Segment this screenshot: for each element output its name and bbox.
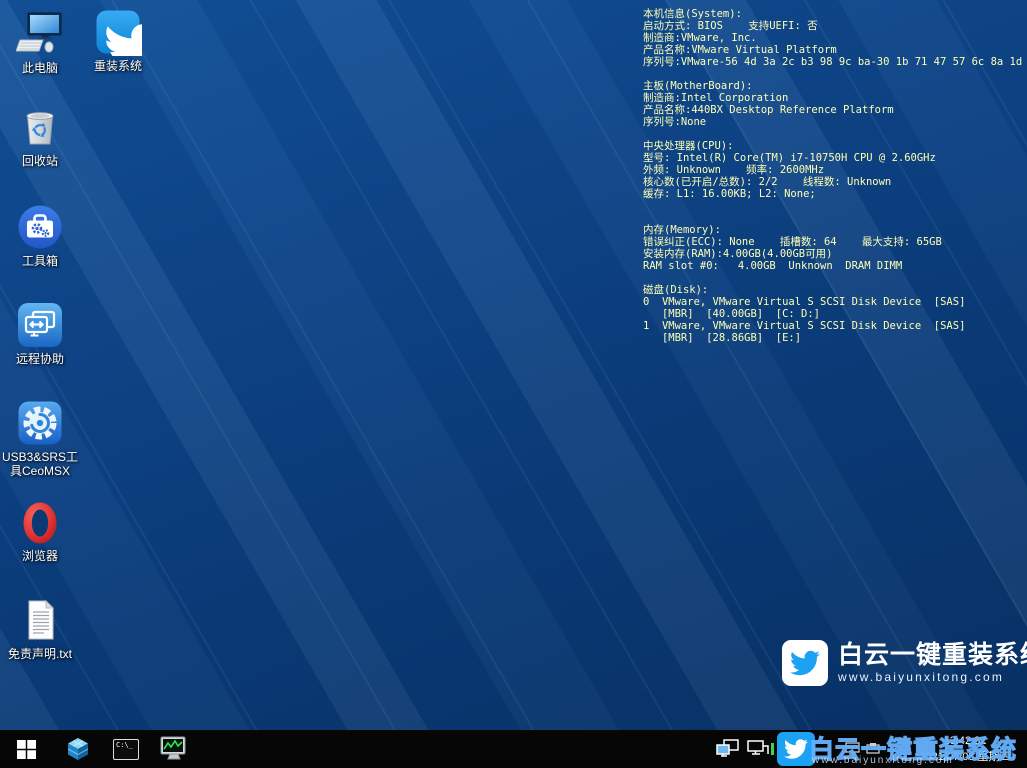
clock-time: 13:42:32 [908,733,1022,749]
desktop-icon-this-pc[interactable]: 此电脑 [1,10,79,75]
start-button[interactable] [4,730,48,768]
brand-bird-box [782,640,828,686]
desktop-icon-label: 重装系统 [94,59,142,73]
tray-computers-icon[interactable] [716,739,740,759]
taskbar-app-baiyun[interactable] [777,732,815,766]
desktop-icon-label: 远程协助 [16,352,64,366]
twitter-bird-icon [94,8,142,56]
hidden-tray-icon[interactable] [845,741,861,757]
brand-website: www.baiyunxitong.com [838,670,1027,684]
desktop-icon-usb3-srs-tool[interactable]: USB3&SRS工具CeoMSX [1,399,79,478]
twitter-bird-icon [790,648,820,678]
clock-date: 2021/07/08 星期四 [908,749,1022,765]
this-pc-icon [16,10,64,58]
desktop-icon-label: USB3&SRS工具CeoMSX [1,450,79,478]
brand-watermark: 白云一键重装系统 www.baiyunxitong.com [782,640,1027,686]
desktop-icon-remote-assistance[interactable]: 远程协助 [1,301,79,366]
desktop-icon-recycle-bin[interactable]: 回收站 [1,103,79,168]
taskbar-app-registry[interactable] [56,730,100,768]
desktop[interactable]: 本机信息(System): 启动方式: BIOS 支持UEFI: 否 制造商:V… [0,0,1027,768]
desktop-icon-label: 回收站 [22,154,58,168]
tray-network-icon[interactable] [746,740,770,758]
gear-icon [16,399,64,447]
tray-green-indicator [771,743,774,755]
desktop-icon-toolbox[interactable]: 工具箱 [1,203,79,268]
blue-cube-icon [65,736,91,762]
desktop-icon-browser[interactable]: 浏览器 [1,498,79,563]
performance-monitor-icon [160,736,188,763]
hidden-tray-icon[interactable] [866,742,880,756]
recycle-bin-icon [16,103,64,151]
toolbox-icon [16,203,64,251]
desktop-icon-label: 免责声明.txt [8,647,72,661]
desktop-icon-label: 工具箱 [22,254,58,268]
twitter-bird-icon [784,737,808,761]
desktop-icon-label: 浏览器 [22,549,58,563]
desktop-icon-label: 此电脑 [22,61,58,75]
desktop-icon-reinstall-system[interactable]: 重装系统 [79,8,157,73]
taskbar: C:\_ [0,730,1027,768]
opera-icon [16,498,64,546]
brand-title: 白云一键重装系统 [838,642,1027,669]
windows-logo-icon [17,740,36,759]
text-document-icon [16,596,64,644]
command-prompt-icon: C:\_ [113,739,139,760]
system-info-text: 本机信息(System): 启动方式: BIOS 支持UEFI: 否 制造商:V… [643,8,1022,344]
taskbar-app-cmd[interactable]: C:\_ [104,730,148,768]
desktop-icon-disclaimer-txt[interactable]: 免责声明.txt [1,596,79,661]
taskbar-app-monitor[interactable] [152,730,196,768]
taskbar-clock[interactable]: 13:42:32 2021/07/08 星期四 [908,733,1022,765]
remote-assistance-icon [16,301,64,349]
